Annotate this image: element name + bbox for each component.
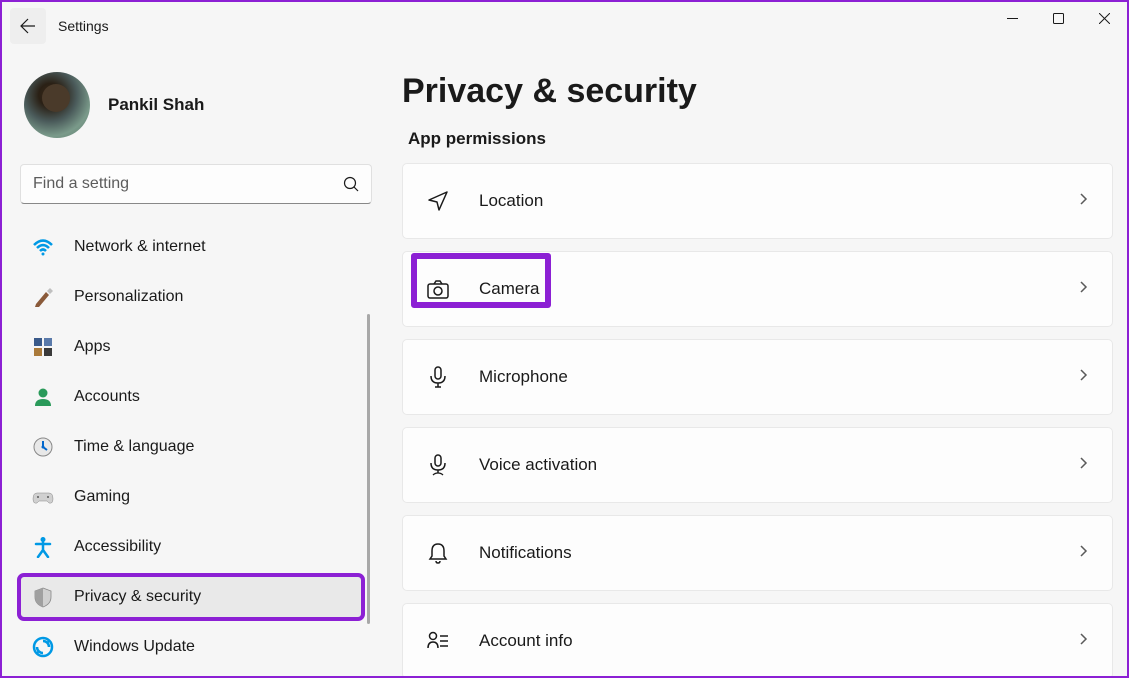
- sidebar-item-time-language[interactable]: Time & language: [20, 426, 362, 468]
- gaming-icon: [32, 486, 54, 508]
- user-name: Pankil Shah: [108, 95, 204, 115]
- sidebar-item-label: Time & language: [74, 438, 194, 456]
- apps-icon: [32, 336, 54, 358]
- notifications-icon: [425, 540, 451, 566]
- close-icon: [1099, 13, 1110, 24]
- search-box[interactable]: [20, 164, 372, 204]
- permission-label: Microphone: [479, 367, 1076, 387]
- microphone-icon: [425, 364, 451, 390]
- sidebar-item-network[interactable]: Network & internet: [20, 226, 362, 268]
- sidebar-item-label: Windows Update: [74, 638, 195, 656]
- permission-label: Camera: [479, 279, 1076, 299]
- permission-microphone[interactable]: Microphone: [402, 339, 1113, 415]
- sidebar-item-privacy-security[interactable]: Privacy & security: [20, 576, 362, 618]
- permission-account-info[interactable]: Account info: [402, 603, 1113, 676]
- chevron-right-icon: [1076, 368, 1090, 387]
- avatar: [24, 72, 90, 138]
- camera-icon: [425, 276, 451, 302]
- section-title: App permissions: [408, 129, 1113, 149]
- sidebar: Pankil Shah Network & internet Personali…: [2, 50, 372, 676]
- window-controls: [989, 2, 1127, 34]
- chevron-right-icon: [1076, 544, 1090, 563]
- maximize-icon: [1053, 13, 1064, 24]
- content-area: Privacy & security App permissions Locat…: [372, 50, 1127, 676]
- location-icon: [425, 188, 451, 214]
- permission-camera[interactable]: Camera: [402, 251, 1113, 327]
- scrollbar[interactable]: [367, 314, 370, 624]
- minimize-icon: [1007, 13, 1018, 24]
- minimize-button[interactable]: [989, 2, 1035, 34]
- permission-label: Location: [479, 191, 1076, 211]
- time-language-icon: [32, 436, 54, 458]
- sidebar-item-label: Gaming: [74, 488, 130, 506]
- wifi-icon: [32, 236, 54, 258]
- user-profile[interactable]: Pankil Shah: [20, 50, 362, 164]
- back-button[interactable]: [10, 8, 46, 44]
- chevron-right-icon: [1076, 456, 1090, 475]
- page-title: Privacy & security: [402, 72, 1113, 111]
- sidebar-item-label: Network & internet: [74, 238, 206, 256]
- voice-activation-icon: [425, 452, 451, 478]
- search-input[interactable]: [33, 175, 343, 193]
- maximize-button[interactable]: [1035, 2, 1081, 34]
- sidebar-item-gaming[interactable]: Gaming: [20, 476, 362, 518]
- permission-location[interactable]: Location: [402, 163, 1113, 239]
- sidebar-item-apps[interactable]: Apps: [20, 326, 362, 368]
- sidebar-item-label: Accessibility: [74, 538, 161, 556]
- personalization-icon: [32, 286, 54, 308]
- permission-label: Voice activation: [479, 455, 1076, 475]
- permission-notifications[interactable]: Notifications: [402, 515, 1113, 591]
- permission-voice-activation[interactable]: Voice activation: [402, 427, 1113, 503]
- titlebar: Settings: [2, 2, 1127, 50]
- sidebar-item-personalization[interactable]: Personalization: [20, 276, 362, 318]
- accessibility-icon: [32, 536, 54, 558]
- accounts-icon: [32, 386, 54, 408]
- sidebar-item-label: Accounts: [74, 388, 140, 406]
- account-info-icon: [425, 628, 451, 654]
- permission-label: Account info: [479, 631, 1076, 651]
- sidebar-item-accounts[interactable]: Accounts: [20, 376, 362, 418]
- back-arrow-icon: [20, 18, 36, 34]
- permission-label: Notifications: [479, 543, 1076, 563]
- sidebar-item-windows-update[interactable]: Windows Update: [20, 626, 362, 668]
- windows-update-icon: [32, 636, 54, 658]
- window-title: Settings: [58, 18, 109, 34]
- chevron-right-icon: [1076, 280, 1090, 299]
- chevron-right-icon: [1076, 632, 1090, 651]
- chevron-right-icon: [1076, 192, 1090, 211]
- close-button[interactable]: [1081, 2, 1127, 34]
- shield-icon: [32, 586, 54, 608]
- nav-list: Network & internet Personalization Apps …: [20, 226, 362, 668]
- sidebar-item-label: Apps: [74, 338, 110, 356]
- sidebar-item-label: Personalization: [74, 288, 183, 306]
- sidebar-item-label: Privacy & security: [74, 588, 201, 606]
- sidebar-item-accessibility[interactable]: Accessibility: [20, 526, 362, 568]
- search-icon: [343, 176, 359, 192]
